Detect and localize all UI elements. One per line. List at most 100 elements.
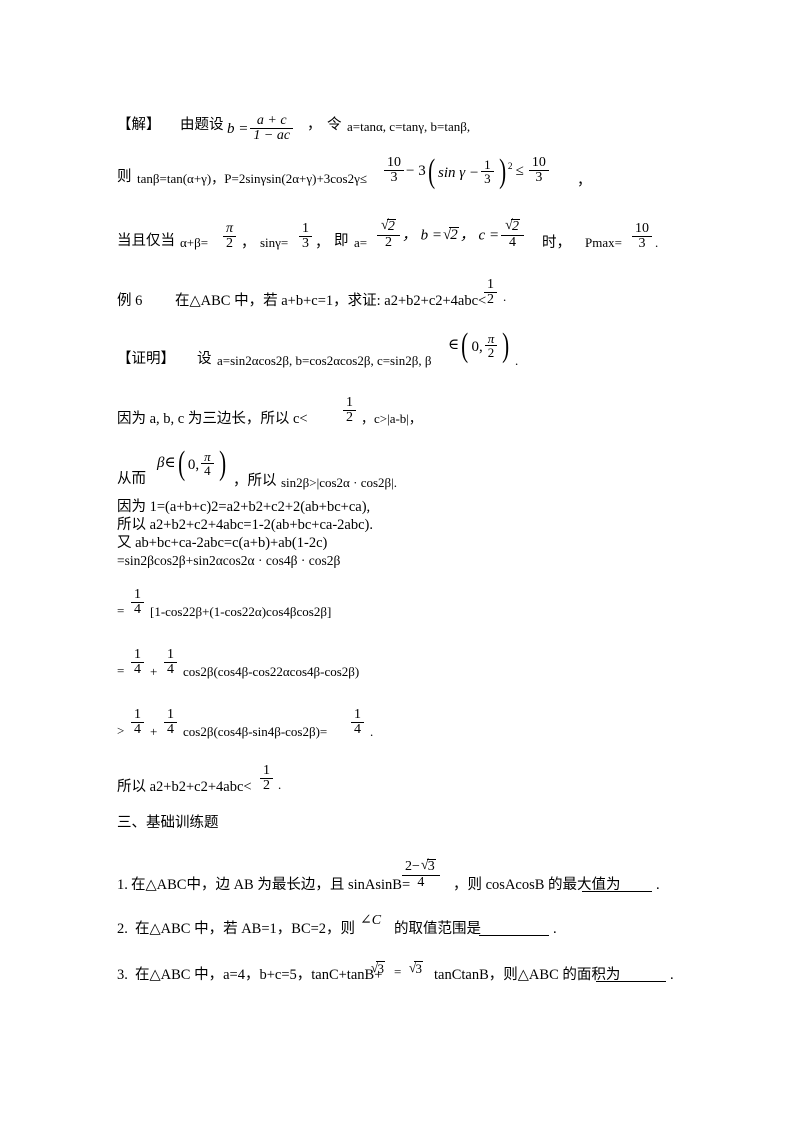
exercise-2-text-part2: 的取值范围是 — [394, 921, 481, 937]
proof-line2-part2: ，c>|a-b|， — [361, 411, 422, 426]
solution-line-1: 【解】 由题设 b = a + c1 − ac ， 令 a=tanα, c=tan… — [117, 96, 682, 143]
less-equal-symbol: ≤ — [515, 162, 524, 179]
step3-period: . — [370, 724, 374, 739]
step1-expression: [1-cos22β+(1-cos22α)cos4βcos2β] — [150, 604, 332, 619]
document-page: 【解】 由题设 b = a + c1 − ac ， 令 a=tanα, c=tan… — [0, 0, 794, 1123]
proof-plain-line-1: 因为 1=(a+b+c)2=a2+b2+c2+2(ab+bc+ca), — [117, 500, 682, 518]
sqrt-radicand: 3 — [414, 961, 423, 976]
fraction-numerator: 1 — [131, 707, 144, 724]
exercise-3-text-part1: 在△ABC 中，a=4，b+c=5，tanC+tanB+ — [135, 967, 383, 983]
left-paren-glyph: ( — [461, 326, 469, 364]
fraction-denominator: 2 — [263, 778, 270, 794]
sqrt-three-second: 3 — [408, 961, 424, 976]
solution-line3-values: 22， b =2， c =24 — [375, 219, 526, 250]
fraction-numerator: 2− 3 — [402, 859, 440, 876]
interval-contents: 0, π 2 — [470, 332, 500, 360]
fraction-denominator: 3 — [638, 236, 646, 252]
exercise-1-number: 1. — [117, 877, 128, 893]
exercise-3-answer-blank[interactable] — [596, 968, 666, 982]
fraction-denominator: 3 — [484, 171, 491, 187]
sqrt-radicand: 3 — [376, 961, 385, 976]
big-parenthesis-group: (sin γ −1 3) — [426, 154, 508, 188]
step3-greater-than: > — [117, 723, 125, 738]
fraction-one-quarter: 14 — [164, 647, 177, 678]
fraction-denominator: 4 — [167, 722, 174, 738]
b-equals-text: ， b = — [401, 227, 442, 244]
proof-step-3: > 14 + 14 cos2β(cos4β-sin4β-cos2β)= 14 . — [117, 692, 682, 752]
proof-line2-part1: 因为 a, b, c 为三边长，所以 c< — [117, 411, 308, 427]
fraction-denominator: 4 — [204, 463, 211, 479]
fraction-numerator: 10 — [384, 155, 404, 172]
interval-parentheses: (0, π 4) — [176, 444, 228, 482]
fraction-numerator: a + c — [250, 113, 294, 130]
fraction-one-quarter-wrap-b: 14 — [162, 647, 179, 678]
exercise-1-answer-blank[interactable] — [582, 878, 652, 892]
fraction-sqrt2-over-4: 24 — [501, 219, 524, 250]
solution-label: 【解】 — [117, 117, 161, 133]
fraction-ten-thirds-right: 10 3 — [528, 155, 549, 186]
right-paren-glyph: ) — [218, 444, 226, 482]
sqrt-icon: 2 — [505, 219, 520, 235]
fraction-numerator: 1 — [484, 277, 497, 294]
fraction-numerator: π — [201, 450, 214, 465]
exercise-2-period: . — [553, 921, 557, 937]
c-equals-text: ， c = — [459, 227, 500, 244]
fraction-one-third: 13 — [481, 158, 494, 187]
exercise-1-period: . — [656, 877, 660, 893]
fraction-denominator: 4 — [417, 874, 425, 890]
fraction-denominator: 2 — [346, 410, 353, 426]
beta-interval-0-pi-2: ∈(0, π 2) — [448, 326, 512, 364]
sqrt-icon: 2 — [443, 227, 459, 244]
exercise-item-2: 2. 在△ABC 中，若 AB=1，BC=2，则 ∠C 的取值范围是 . — [117, 904, 682, 950]
minus-three-term: − 3 — [406, 162, 426, 179]
fraction-numerator: 1 — [131, 587, 144, 604]
fraction-denominator: 2 — [226, 236, 233, 252]
fraction-one-third: 13 — [299, 221, 312, 252]
solution-ling-text: 令 — [327, 117, 342, 133]
sin-gamma-minus: sin γ − — [438, 164, 480, 181]
exercise-3-equals: = — [394, 964, 402, 979]
solution-line3-period: . — [655, 235, 659, 250]
example-6-label: 例 6 — [117, 293, 143, 309]
exercise-3-number: 3. — [117, 967, 128, 983]
conclusion-text: 所以 a2+b2+c2+4abc< — [117, 779, 252, 795]
proof-step-1: = 14 [1-cos22β+(1-cos22α)cos4βcos2β] — [117, 574, 682, 632]
fraction-denominator: 3 — [390, 170, 398, 186]
fraction-pi-over-two: π2 — [484, 332, 498, 360]
a-equals-label: a= — [354, 235, 368, 250]
fraction-one-quarter: 14 — [131, 587, 144, 618]
step3-expression: cos2β(cos4β-sin4β-cos2β)= — [183, 724, 328, 739]
fraction-one-quarter-wrap: 14 — [129, 587, 146, 618]
proof-plain-text: 因为 1=(a+b+c)2=a2+b2+c2+2(ab+bc+ca), — [117, 499, 371, 515]
fraction-numerator: π — [484, 332, 498, 347]
solution-lead-text: 由题设 — [180, 117, 224, 133]
fraction-two-minus-sqrt3-over-4: 2− 34 — [400, 859, 442, 890]
fraction-one-half: 12 — [484, 277, 497, 308]
fraction-one-quarter-wrap-a: 14 — [129, 647, 146, 678]
fraction-one-half-wrap: 12 — [258, 763, 275, 794]
fraction-numerator: π — [223, 221, 237, 238]
fraction-numerator: 1 — [481, 158, 494, 173]
solution-substitutions: a=tanα, c=tanγ, b=tanβ, — [347, 119, 471, 134]
proof-line3-part2: ，所以 — [233, 473, 277, 489]
fraction-one-half: 12 — [260, 763, 273, 794]
right-paren-glyph: ) — [502, 326, 510, 364]
proof-congEr-text: 从而 — [117, 471, 146, 487]
exercise-item-3: 3. 在△ABC 中，a=4，b+c=5，tanC+tanB+ 3 = 3 ta… — [117, 950, 682, 996]
solution-line3-prefix: 当且仅当 — [117, 233, 175, 249]
fraction-sqrt2-over-2: 22 — [377, 219, 400, 250]
section-heading-line: 三、基础训练题 — [117, 804, 682, 850]
fraction-denominator: 4 — [134, 662, 141, 678]
fraction-denominator: 4 — [134, 602, 141, 618]
fraction-numerator: 10 — [632, 221, 652, 238]
interval-lower-bound: 0, — [187, 456, 200, 473]
solution-line2-prefix: 则 — [117, 169, 132, 185]
element-of-icon: ∈ — [164, 455, 176, 472]
sqrt-icon: 2 — [381, 219, 396, 235]
step2-equals: = — [117, 663, 125, 678]
proof-line-3: 从而 β∈(0, π 4) ，所以 sin2β>|cos2α · cos2β|. — [117, 438, 682, 500]
sqrt-radicand: 2 — [386, 219, 396, 234]
exercise-2-answer-blank[interactable] — [479, 922, 549, 936]
proof-plain-text: 又 ab+bc+ca-2abc=c(a+b)+ab(1-2c) — [117, 535, 328, 551]
solution-line2-tail: ， — [577, 173, 592, 189]
